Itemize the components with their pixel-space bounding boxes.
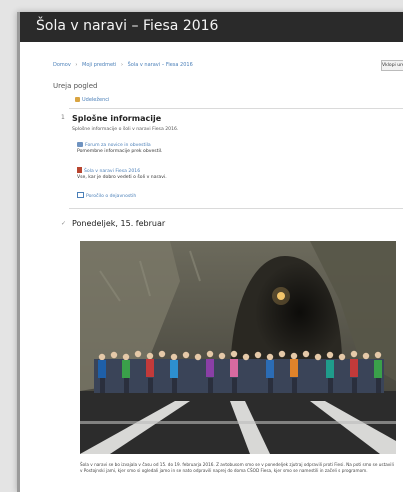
divider [69,108,403,109]
photo-caption: Šola v naravi se bo izvajala v času od 1… [80,462,394,473]
participants-label: Udeleženci [82,97,110,103]
activity-file[interactable]: Šola v naravi Fiesa 2016 Vse, kar je dob… [77,167,167,180]
participants-link[interactable]: Udeleženci [75,97,109,103]
file-description: Vse, kar je dobro vedeti o šoli v naravi… [77,175,167,180]
group-photo [80,241,396,454]
forum-icon [77,142,83,147]
section-label: Ureja pogled [53,82,98,90]
breadcrumb-separator: › [121,62,124,68]
group-photo-image [80,241,396,454]
outline-report-link[interactable]: Poročilo o dejavnostih [77,192,136,199]
forum-link[interactable]: Forum za novice in obvestila [85,143,151,148]
divider [69,208,403,209]
day-section-title: Ponedeljek, 15. februar [72,219,166,228]
general-section-title: Splošne informacije [72,114,162,123]
people-icon [75,97,80,102]
breadcrumb-course[interactable]: Šola v naravi – Fiesa 2016 [128,62,193,68]
course-title: Šola v naravi – Fiesa 2016 [36,18,219,34]
section-number: 1 [61,114,65,121]
section-collapse-icon[interactable]: ✓ [61,220,66,227]
site-header: Šola v naravi – Fiesa 2016 [20,12,403,42]
breadcrumb-separator: › [75,62,78,68]
activity-forum[interactable]: Forum za novice in obvestila Pomembne in… [77,142,163,154]
pdf-file-icon [77,167,82,173]
breadcrumb: Domov › Moji predmeti › Šola v naravi – … [53,62,196,68]
file-link[interactable]: Šola v naravi Fiesa 2016 [84,169,140,174]
report-icon [77,192,84,198]
course-page: Šola v naravi – Fiesa 2016 Domov › Moji … [17,12,403,492]
breadcrumb-home[interactable]: Domov [53,62,71,68]
edit-mode-button[interactable]: Vklopi urejanje [381,60,403,71]
outline-report-label: Poročilo o dejavnostih [86,194,137,199]
general-section-description: Splošne informacije o šoli v naravi Fies… [72,127,179,132]
breadcrumb-my-courses[interactable]: Moji predmeti [82,62,116,68]
forum-description: Pomembne informacije prek obvestil. [77,149,163,154]
